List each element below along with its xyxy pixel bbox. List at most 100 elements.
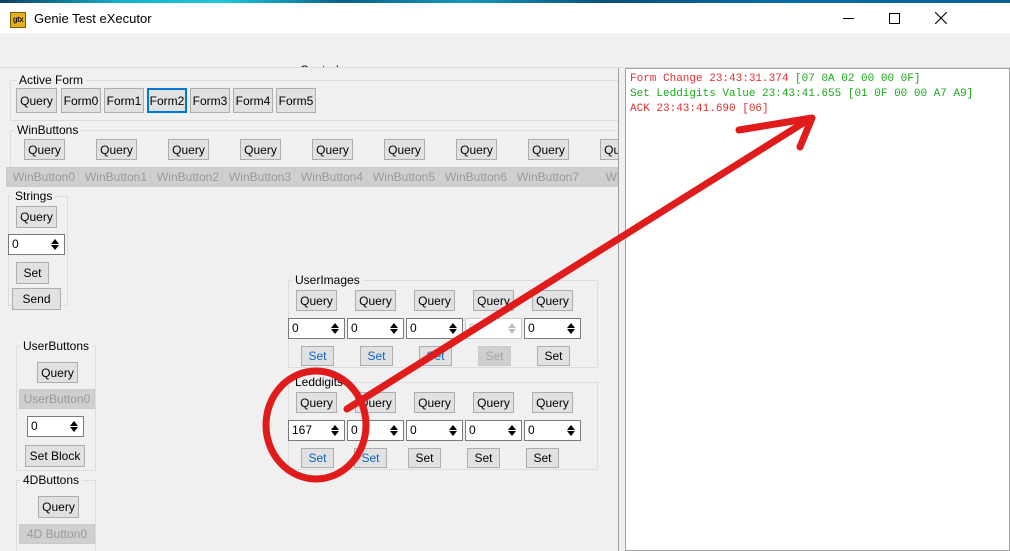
userimages-set-button-4[interactable]: Set — [537, 346, 570, 366]
winbuttons-query-button-3[interactable]: Query — [240, 139, 281, 160]
winbuttons-query-button-4[interactable]: Query — [312, 139, 353, 160]
leddigits-query-button-1[interactable]: Query — [355, 392, 396, 413]
userbuttons-query-button[interactable]: Query — [37, 362, 78, 383]
strings-stepper-arrows[interactable] — [47, 236, 63, 253]
leddigits-stepper-arrows-2[interactable] — [445, 422, 461, 439]
strings-send-button[interactable]: Send — [12, 288, 61, 310]
userimages-stepper-1[interactable]: 0 — [347, 318, 404, 339]
leddigits-set-button-0[interactable]: Set — [301, 448, 334, 468]
stepper-down-icon[interactable] — [390, 329, 398, 334]
userimages-stepper-3[interactable]: 0 — [465, 318, 522, 339]
userimages-stepper-arrows-0[interactable] — [327, 320, 343, 337]
userimages-stepper-4[interactable]: 0 — [524, 318, 581, 339]
stepper-down-icon[interactable] — [508, 431, 516, 436]
leddigits-set-button-2[interactable]: Set — [408, 448, 441, 468]
leddigits-set-button-4[interactable]: Set — [526, 448, 559, 468]
winbuttons-query-button-8[interactable]: Query — [600, 139, 618, 160]
stepper-up-icon[interactable] — [567, 425, 575, 430]
leddigits-stepper-4[interactable]: 0 — [524, 420, 581, 441]
stepper-up-icon[interactable] — [508, 425, 516, 430]
stepper-up-icon[interactable] — [508, 323, 516, 328]
userimages-stepper-arrows-4[interactable] — [563, 320, 579, 337]
leddigits-stepper-3[interactable]: 0 — [465, 420, 522, 441]
stepper-down-icon[interactable] — [331, 431, 339, 436]
stepper-up-icon[interactable] — [449, 425, 457, 430]
stepper-up-icon[interactable] — [390, 425, 398, 430]
log-segment: Form Change — [630, 73, 709, 85]
maximize-icon[interactable] — [871, 3, 917, 33]
stepper-down-icon[interactable] — [449, 431, 457, 436]
stepper-up-icon[interactable] — [567, 323, 575, 328]
stepper-down-icon[interactable] — [508, 329, 516, 334]
strings-stepper-value: 0 — [12, 237, 19, 251]
stepper-down-icon[interactable] — [70, 427, 78, 432]
pane-splitter[interactable] — [618, 68, 625, 551]
leddigits-stepper-0[interactable]: 167 — [288, 420, 345, 441]
userimages-stepper-0[interactable]: 0 — [288, 318, 345, 339]
userimages-set-button-0[interactable]: Set — [301, 346, 334, 366]
winbuttons-query-button-0[interactable]: Query — [24, 139, 65, 160]
stepper-up-icon[interactable] — [331, 425, 339, 430]
stepper-down-icon[interactable] — [567, 431, 575, 436]
winbuttons-query-button-7[interactable]: Query — [528, 139, 569, 160]
stepper-down-icon[interactable] — [51, 245, 59, 250]
userbuttons-stepper[interactable]: 0 — [27, 416, 84, 437]
leddigits-query-button-2[interactable]: Query — [414, 392, 455, 413]
userimages-query-button-0[interactable]: Query — [296, 290, 337, 311]
active-form-button-form1[interactable]: Form1 — [104, 88, 144, 113]
active-form-button-form3[interactable]: Form3 — [190, 88, 230, 113]
minimize-icon[interactable] — [825, 3, 871, 33]
leddigits-stepper-2[interactable]: 0 — [406, 420, 463, 441]
userbuttons-stepper-arrows[interactable] — [66, 418, 82, 435]
leddigits-set-button-1[interactable]: Set — [354, 448, 387, 468]
active-form-button-form2[interactable]: Form2 — [147, 88, 187, 113]
userimages-query-button-1[interactable]: Query — [355, 290, 396, 311]
userbuttons-stepper-value: 0 — [31, 419, 38, 433]
userimages-stepper-arrows-2[interactable] — [445, 320, 461, 337]
userimages-set-button-1[interactable]: Set — [360, 346, 393, 366]
fourdbuttons-query-button[interactable]: Query — [38, 496, 79, 518]
active-form-button-form4[interactable]: Form4 — [233, 88, 273, 113]
stepper-up-icon[interactable] — [51, 239, 59, 244]
userimages-stepper-arrows-3[interactable] — [504, 320, 520, 337]
leddigits-query-button-3[interactable]: Query — [473, 392, 514, 413]
active-form-query-button[interactable]: Query — [16, 88, 57, 113]
userimages-stepper-2[interactable]: 0 — [406, 318, 463, 339]
fourdbuttons-item-0: 4D Button0 — [19, 524, 95, 544]
winbuttons-query-button-2[interactable]: Query — [168, 139, 209, 160]
leddigits-query-button-4[interactable]: Query — [532, 392, 573, 413]
strings-set-button[interactable]: Set — [16, 262, 49, 284]
winbuttons-query-button-6[interactable]: Query — [456, 139, 497, 160]
leddigits-stepper-arrows-1[interactable] — [386, 422, 402, 439]
winbuttons-query-button-1[interactable]: Query — [96, 139, 137, 160]
stepper-up-icon[interactable] — [390, 323, 398, 328]
userimages-query-button-3[interactable]: Query — [473, 290, 514, 311]
stepper-down-icon[interactable] — [390, 431, 398, 436]
userimages-set-button-2[interactable]: Set — [419, 346, 452, 366]
leddigits-stepper-arrows-0[interactable] — [327, 422, 343, 439]
leddigits-stepper-1[interactable]: 0 — [347, 420, 404, 441]
stepper-up-icon[interactable] — [331, 323, 339, 328]
close-icon[interactable] — [918, 3, 964, 33]
strings-query-button[interactable]: Query — [16, 206, 57, 228]
log-output-pane[interactable]: Form Change 23:43:31.374 [07 0A 02 00 00… — [625, 68, 1010, 551]
leddigits-stepper-arrows-4[interactable] — [563, 422, 579, 439]
leddigits-query-button-0[interactable]: Query — [296, 392, 337, 413]
active-form-button-form5[interactable]: Form5 — [276, 88, 316, 113]
userimages-set-button-3: Set — [478, 346, 511, 366]
stepper-up-icon[interactable] — [70, 421, 78, 426]
userimages-stepper-arrows-1[interactable] — [386, 320, 402, 337]
userimages-query-button-2[interactable]: Query — [414, 290, 455, 311]
stepper-down-icon[interactable] — [331, 329, 339, 334]
strings-stepper[interactable]: 0 — [8, 234, 65, 255]
active-form-button-form0[interactable]: Form0 — [61, 88, 101, 113]
fourdbuttons-group-label: 4DButtons — [20, 473, 82, 487]
winbuttons-query-button-5[interactable]: Query — [384, 139, 425, 160]
userbuttons-set-block-button[interactable]: Set Block — [25, 445, 85, 467]
stepper-down-icon[interactable] — [449, 329, 457, 334]
leddigits-stepper-arrows-3[interactable] — [504, 422, 520, 439]
leddigits-set-button-3[interactable]: Set — [467, 448, 500, 468]
stepper-down-icon[interactable] — [567, 329, 575, 334]
stepper-up-icon[interactable] — [449, 323, 457, 328]
userimages-query-button-4[interactable]: Query — [532, 290, 573, 311]
